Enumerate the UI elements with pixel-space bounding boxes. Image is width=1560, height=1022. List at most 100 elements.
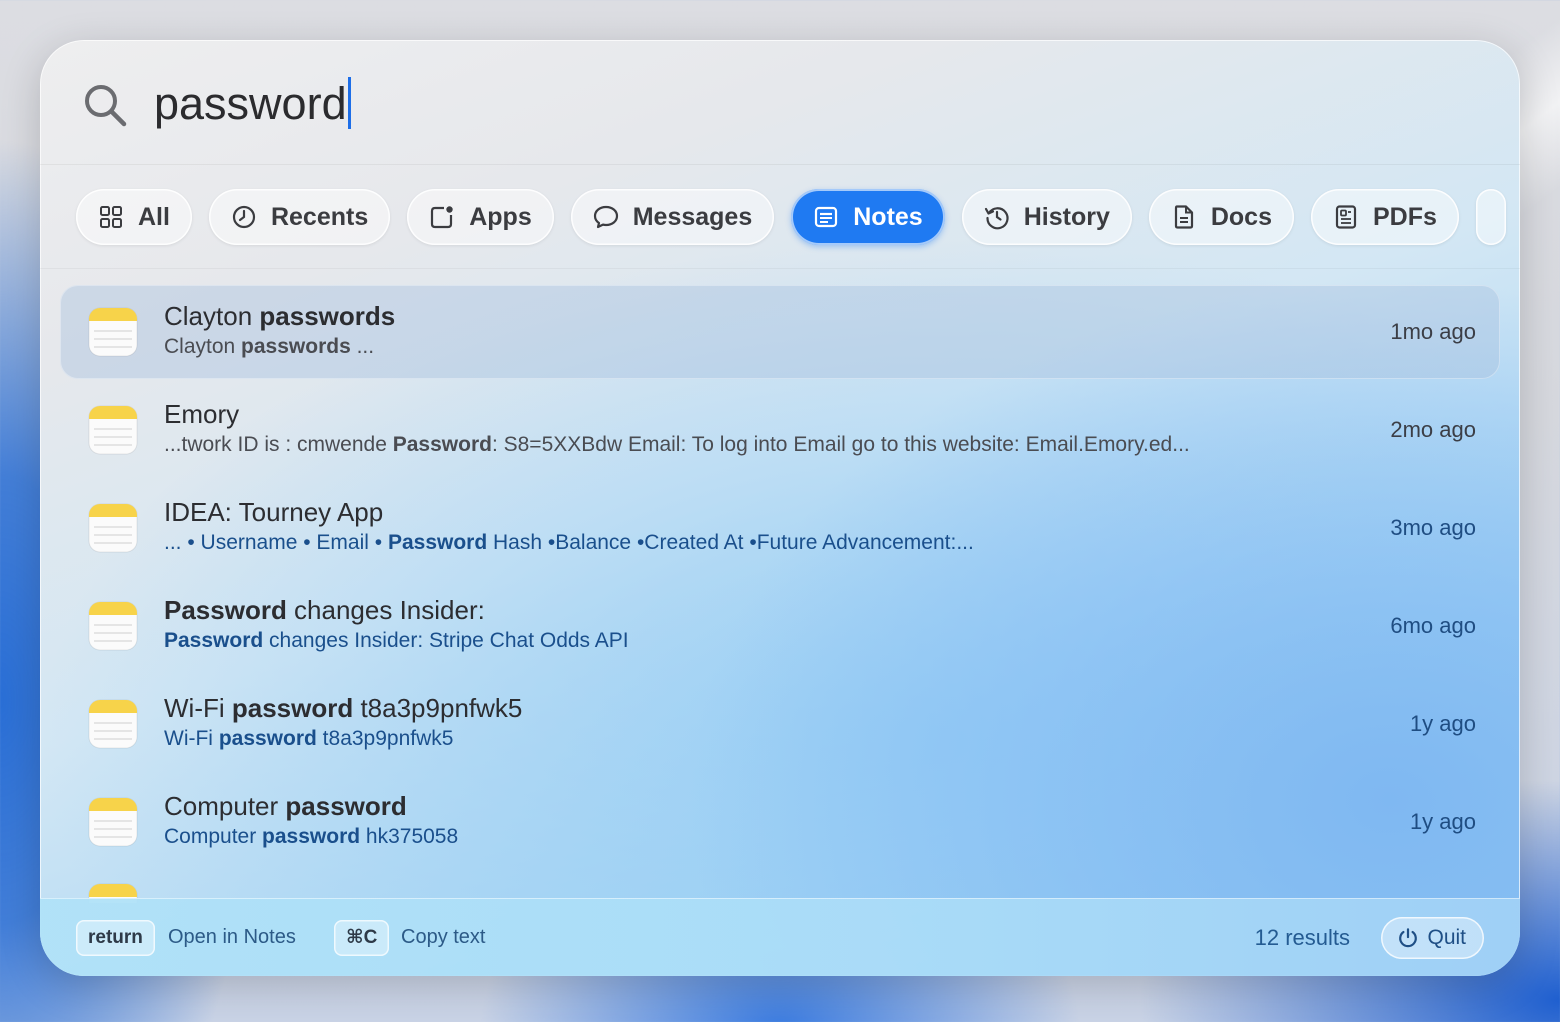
result-timestamp: 1y ago [1409,809,1476,834]
result-snippet: Wi-Fi password t8a3p9pnfwk5 [164,727,453,751]
clock-icon [232,205,256,229]
text-fragment: passwords [259,301,396,331]
tab-label: All [138,202,170,231]
results-count: 12 results [1254,925,1350,950]
tab-history[interactable]: History [961,189,1132,245]
app-icon [431,206,453,229]
spotlight-panel: password All Recents Apps Messages Notes Hist… [40,40,1520,976]
text-fragment: IDEA: Tourney App [164,497,384,527]
text-fragment: Clayton [164,301,260,331]
tab-apps[interactable]: Apps [407,189,554,245]
result-snippet: Password changes Insider: Stripe Chat Od… [164,629,629,653]
result-timestamp: 3mo ago [1390,515,1476,540]
text-fragment: Password [164,629,264,652]
result-title: Clayton passwords [164,301,395,332]
text-fragment: Password [392,433,492,456]
result-snippet: ...twork ID is : cmwende Password: S8=5X… [164,433,1190,457]
pdf-icon [1335,205,1357,229]
text-fragment: ... [350,335,375,358]
tab-docs[interactable]: Docs [1148,189,1294,245]
text-fragment: password [262,825,361,848]
grid-icon [100,206,122,228]
copy-text-label[interactable]: Copy text [401,926,485,949]
tab-label: Apps [469,202,532,231]
result-row[interactable]: Computer password Computer password hk375… [60,775,1500,873]
result-row[interactable]: Clayton passwords Clayton passwords ... 1m… [60,285,1500,379]
tab-label: PDFs [1373,202,1437,231]
text-fragment: Clayton [164,335,242,358]
result-title: IDEA: Tourney App [164,497,383,528]
result-timestamp: 1y ago [1409,711,1476,736]
text-fragment: password [285,791,407,821]
text-fragment: Computer [164,791,286,821]
text-fragment: Emory [164,399,240,429]
result-row[interactable]: Emory ...twork ID is : cmwende Password: … [60,383,1500,481]
text-fragment: Computer [164,825,263,848]
result-timestamp: 6mo ago [1390,613,1476,638]
text-fragment: t8a3p9pnfwk5 [353,693,523,723]
notes-app-icon [88,797,138,847]
open-in-notes-label[interactable]: Open in Notes [168,926,296,949]
tab-label: Docs [1210,202,1272,231]
text-fragment: changes Insider: [286,595,485,625]
search-query: password [154,78,347,129]
text-fragment: Password [387,531,488,554]
result-timestamp: 1mo ago [1390,319,1476,344]
result-row[interactable]: IDEA: Tourney App ... • Username • Email … [60,481,1500,579]
text-fragment: Wi-Fi [164,727,219,750]
result-row[interactable]: Password changes Insider: Password change… [60,579,1500,677]
message-bubble-icon [593,205,618,229]
tab-messages[interactable]: Messages [570,189,775,245]
tab-label: History [1023,202,1110,231]
results-list: Clayton passwords Clayton passwords ... 1m… [60,285,1500,903]
result-title: Password changes Insider: [164,595,485,626]
quit-button[interactable]: Quit [1381,917,1484,959]
notes-app-icon [88,503,138,553]
text-fragment: password [231,693,354,723]
notes-app-icon [88,307,138,357]
notes-app-icon [88,405,138,455]
note-icon [815,206,838,228]
search-icon [85,85,127,127]
footer-bar: return Open in Notes ⌘C Copy text 12 res… [40,898,1520,976]
result-snippet: Computer password hk375058 [164,825,458,849]
text-fragment: changes Insider: Stripe Chat Odds API [263,629,629,652]
result-snippet: Clayton passwords ... [164,335,374,359]
history-icon [984,207,1009,230]
tab-overflow[interactable] [1475,189,1506,245]
text-caret [347,77,351,129]
tab-pdfs[interactable]: PDFs [1311,189,1459,245]
search-bar: password [40,40,1520,165]
divider [40,164,1520,165]
text-fragment: t8a3p9pnfwk5 [316,727,454,750]
text-fragment: password [218,727,317,750]
tab-notes[interactable]: Notes [791,189,945,245]
notes-app-icon [88,601,138,651]
text-fragment: : S8=5XXBdw Email: To log into Email go … [491,433,1190,456]
category-tabs: All Recents Apps Messages Notes History Docs PD… [76,189,1506,245]
return-key-hint: return [76,920,155,956]
text-fragment: hk375058 [360,825,459,848]
power-icon [1399,928,1418,948]
text-fragment: passwords [241,335,351,358]
tab-label: Messages [632,202,753,231]
document-icon [1174,205,1193,229]
text-fragment: Hash •Balance •Created At •Future Advanc… [487,531,974,554]
result-snippet: ... • Username • Email • Password Hash •… [164,531,974,555]
tab-recents[interactable]: Recents [208,189,391,245]
result-timestamp: 2mo ago [1390,417,1476,442]
tab-all[interactable]: All [76,189,192,245]
divider [40,268,1520,269]
copy-key-hint: ⌘C [334,920,390,956]
search-input[interactable]: password [154,68,1354,140]
result-row[interactable]: Wi-Fi password t8a3p9pnfwk5 Wi-Fi passwor… [60,677,1500,775]
text-fragment: ...twork ID is : cmwende [164,433,393,456]
text-fragment: ... • Username • Email • [164,531,388,554]
result-title: Computer password [164,791,407,822]
tab-label: Notes [853,202,923,231]
result-title: Emory [164,399,239,430]
quit-label: Quit [1427,926,1466,949]
notes-app-icon [88,699,138,749]
text-fragment: Password [164,595,287,625]
text-fragment: Wi-Fi [164,693,232,723]
